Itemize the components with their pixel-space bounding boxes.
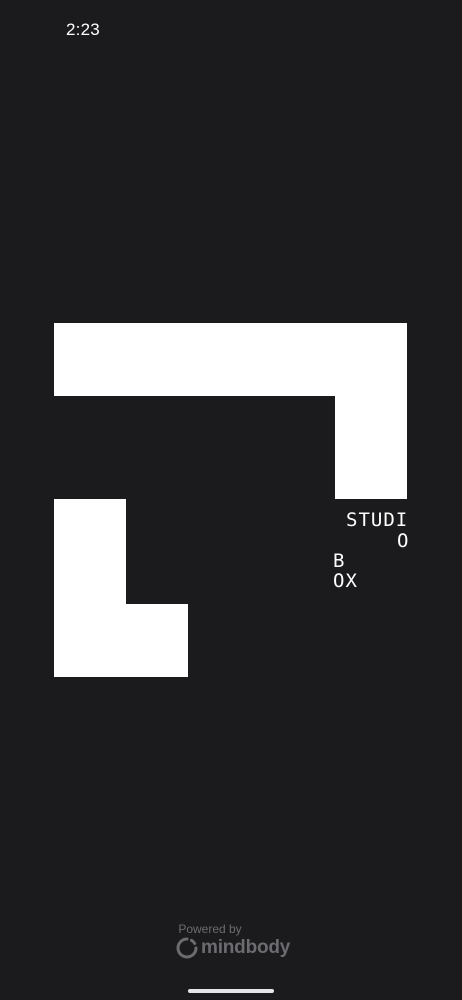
brand-wordmark-line-4: OX bbox=[333, 570, 358, 592]
brand-wordmark-line-3: B bbox=[333, 550, 346, 572]
logo-lower-bracket-shape bbox=[54, 499, 188, 677]
brand-wordmark-line-2: O bbox=[397, 530, 410, 552]
mindbody-logo: mindbody bbox=[176, 936, 290, 960]
powered-by-label: Powered by bbox=[178, 922, 242, 936]
logo-upper-bracket-shape bbox=[54, 323, 407, 499]
brand-wordmark-line-1: STUDI bbox=[346, 509, 409, 531]
home-indicator[interactable] bbox=[188, 989, 274, 993]
mindbody-wordmark: mindbody bbox=[201, 937, 291, 958]
studio-box-logo-graphic bbox=[54, 323, 407, 677]
mindbody-ring-icon bbox=[176, 937, 198, 959]
